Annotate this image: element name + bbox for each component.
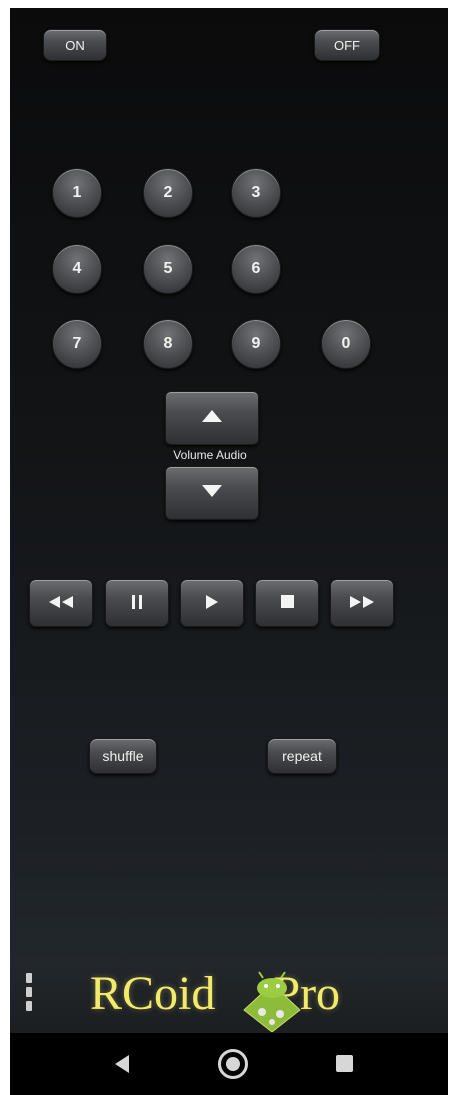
rewind-icon [48,595,74,611]
stop-icon [280,595,294,611]
fast-forward-icon [349,595,375,611]
recents-square-icon[interactable] [336,1055,353,1072]
key-8-label: 8 [163,335,173,352]
key-0[interactable]: 0 [321,319,371,369]
key-6-label: 6 [251,260,261,277]
fast-forward-button[interactable] [330,579,394,627]
pause-icon [131,594,143,612]
play-button[interactable] [180,579,244,627]
overflow-menu-icon[interactable] [26,973,32,1017]
key-3[interactable]: 3 [231,168,281,218]
key-4-label: 4 [72,260,82,277]
on-label: ON [65,37,85,53]
brand-left-text: RCoid [90,967,216,1020]
android-nav-bar [10,1033,448,1095]
back-triangle-icon[interactable] [115,1055,129,1073]
home-circle-icon[interactable] [218,1049,248,1079]
pause-button[interactable] [105,579,169,627]
key-7[interactable]: 7 [52,319,102,369]
on-button[interactable]: ON [43,29,107,61]
key-8[interactable]: 8 [143,319,193,369]
key-2[interactable]: 2 [143,168,193,218]
remote-screen: ON OFF 1 2 3 4 5 6 7 8 9 0 Volume Audio [10,8,448,1095]
key-0-label: 0 [341,335,351,352]
key-9[interactable]: 9 [231,319,281,369]
key-4[interactable]: 4 [52,244,102,294]
android-robot-icon [234,970,310,1033]
rewind-button[interactable] [29,579,93,627]
shuffle-button[interactable]: shuffle [89,738,157,774]
triangle-down-icon [201,484,223,503]
repeat-label: repeat [282,748,322,764]
triangle-up-icon [201,409,223,428]
key-5[interactable]: 5 [143,244,193,294]
volume-audio-label: Volume Audio [173,448,247,462]
repeat-button[interactable]: repeat [267,738,337,774]
key-1-label: 1 [72,184,82,201]
key-7-label: 7 [72,335,82,352]
off-label: OFF [334,37,360,53]
key-5-label: 5 [163,260,173,277]
stop-button[interactable] [255,579,319,627]
key-2-label: 2 [163,184,173,201]
key-9-label: 9 [251,335,261,352]
key-6[interactable]: 6 [231,244,281,294]
shuffle-label: shuffle [102,748,144,764]
key-1[interactable]: 1 [52,168,102,218]
volume-up-button[interactable] [165,391,259,445]
off-button[interactable]: OFF [314,29,380,61]
volume-down-button[interactable] [165,466,259,520]
play-icon [205,594,219,612]
key-3-label: 3 [251,184,261,201]
